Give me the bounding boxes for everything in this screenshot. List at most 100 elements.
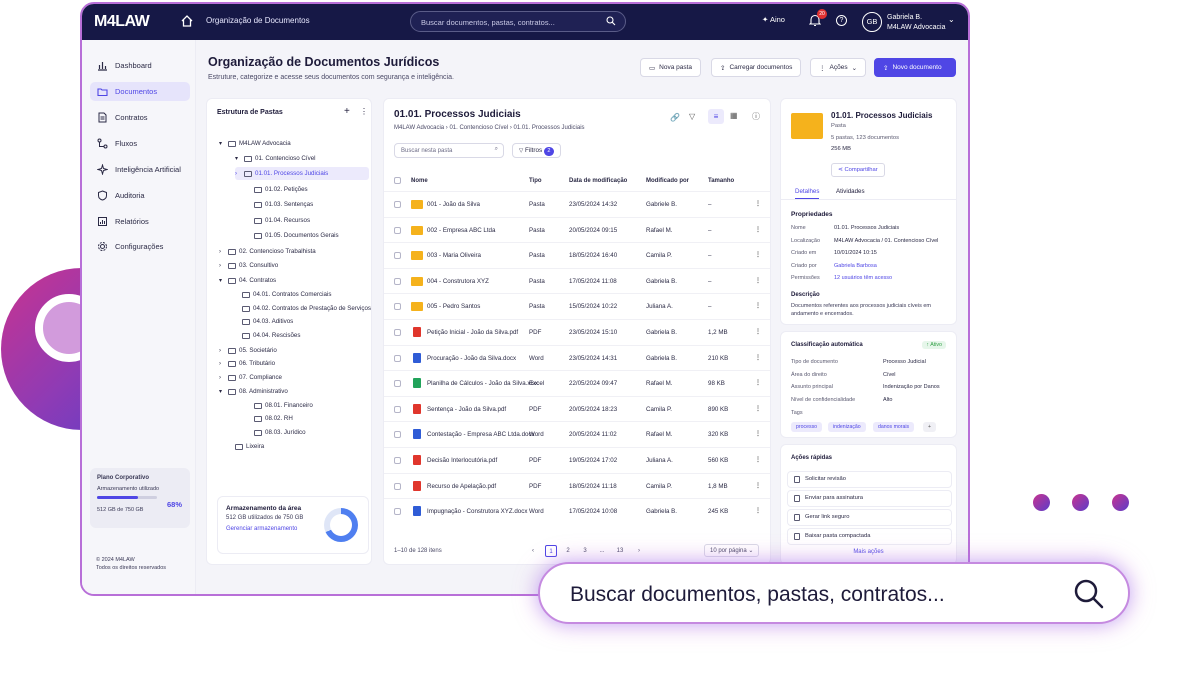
tag[interactable]: danos morais (873, 422, 915, 432)
upload-button[interactable]: ⇪ Carregar documentos (711, 58, 802, 77)
hero-search-bar[interactable]: Buscar documentos, pastas, contratos... (538, 562, 1130, 624)
new-folder-button[interactable]: ▭ Nova pasta (640, 58, 702, 77)
page-2[interactable]: 2 (562, 545, 574, 557)
avatar[interactable]: GB (862, 12, 882, 32)
page-3[interactable]: 3 (579, 545, 591, 557)
tree-node[interactable]: ▾ 08. Administrativo (219, 385, 288, 398)
col-size[interactable]: Tamanho (708, 178, 734, 184)
tree-node[interactable]: 08.01. Financeiro (245, 399, 313, 412)
tree-node[interactable]: 01.05. Documentos Gerais (245, 229, 339, 242)
page-1[interactable]: 1 (545, 545, 557, 557)
property-value[interactable]: 12 usuários têm acesso (834, 275, 892, 281)
table-row[interactable]: Decisão Interlocutória.pdf PDF 19/05/2024 … (384, 447, 770, 473)
folder-breadcrumb[interactable]: M4LAW Advocacia › 01. Contencioso Cível … (394, 125, 585, 131)
tree-node[interactable]: › 03. Consultivo (219, 259, 278, 272)
sidebar-item-configuracoes[interactable]: Configurações (90, 237, 190, 256)
row-checkbox[interactable] (394, 329, 401, 336)
tree-node[interactable]: › 06. Tributário (219, 357, 275, 370)
tree-node[interactable]: › 07. Compliance (219, 371, 282, 384)
row-menu-icon[interactable]: ⋮ (755, 379, 761, 386)
add-tag-icon[interactable]: + (923, 422, 937, 432)
tree-node[interactable]: 08.02. RH (245, 412, 293, 425)
row-checkbox[interactable] (394, 354, 401, 362)
row-checkbox[interactable] (394, 303, 401, 311)
user-menu[interactable]: Gabriela B. M4LAW Advocacia (887, 13, 946, 33)
tree-node[interactable]: Lixeira (226, 440, 264, 453)
row-checkbox[interactable] (394, 482, 401, 490)
sidebar-item-fluxos[interactable]: Fluxos (90, 134, 190, 153)
tree-node[interactable]: ▾ M4LAW Advocacia (219, 137, 291, 150)
app-logo[interactable]: M4LAW (94, 13, 150, 31)
sidebar-item-auditoria[interactable]: Auditoria (90, 186, 190, 205)
tree-node[interactable]: 08.03. Jurídico (245, 426, 306, 439)
filters-button[interactable]: ▽ Filtros 2 (512, 143, 561, 158)
row-checkbox[interactable] (394, 277, 401, 285)
row-menu-icon[interactable]: ⋮ (755, 507, 761, 514)
tree-node[interactable]: 04.03. Aditivos (233, 315, 293, 328)
table-row[interactable]: Sentença - João da Silva.pdf PDF 20/05/202… (384, 395, 770, 422)
new-document-button[interactable]: ⇪ Novo documento (874, 58, 956, 77)
select-all-checkbox[interactable] (394, 177, 401, 184)
folder-search-input[interactable]: Buscar nesta pasta ⌕ (394, 143, 504, 158)
sidebar-item-documentos[interactable]: Documentos (90, 82, 190, 101)
tree-node[interactable]: 01.03. Sentenças (245, 198, 313, 211)
tree-node[interactable]: ▾ 01. Contencioso Cível (235, 152, 316, 165)
row-checkbox[interactable] (394, 380, 401, 388)
home-icon[interactable] (180, 14, 194, 28)
row-menu-icon[interactable]: ⋮ (755, 328, 761, 335)
col-name[interactable]: Nome ↑ (411, 178, 428, 184)
row-checkbox[interactable] (394, 405, 401, 413)
table-row[interactable]: 003 - Maria Oliveira Pasta 18/05/2024 16:4… (384, 242, 770, 268)
link-icon[interactable]: 🔗 (670, 113, 680, 122)
row-menu-icon[interactable]: ⋮ (755, 405, 761, 412)
tree-node[interactable]: 04.01. Contratos Comerciais (233, 288, 331, 301)
row-menu-icon[interactable]: ⋮ (755, 482, 761, 489)
tree-node[interactable]: 01.02. Petições (245, 183, 308, 196)
kebab-icon[interactable]: ⋮ (360, 107, 368, 116)
table-row[interactable]: 002 - Empresa ABC Ltda Pasta 20/05/2024 09… (384, 216, 770, 243)
send-signature-button[interactable]: Enviar para assinatura (787, 490, 952, 507)
row-menu-icon[interactable]: ⋮ (755, 200, 761, 207)
row-checkbox[interactable] (394, 252, 401, 260)
table-row[interactable]: Procuração - João da Silva.docx Word 23/05… (384, 344, 770, 371)
chevron-down-icon[interactable]: ⌄ (948, 15, 955, 24)
filter-icon[interactable]: ▽ (689, 112, 695, 121)
top-breadcrumb[interactable]: Organização de Documentos (206, 16, 310, 25)
global-search-input[interactable]: Buscar documentos, pastas, contratos... (410, 11, 626, 32)
sidebar-item-dashboard[interactable]: Dashboard (90, 56, 190, 75)
row-checkbox[interactable] (394, 508, 401, 516)
share-button[interactable]: ⋖ Compartilhar (831, 163, 885, 177)
tree-node[interactable]: ▾ 04. Contratos (219, 274, 276, 287)
row-menu-icon[interactable]: ⋮ (755, 277, 761, 284)
sidebar-item-ia[interactable]: Inteligência Artificial (90, 160, 190, 179)
table-row[interactable]: 004 - Construtora XYZ Pasta 17/05/2024 11:… (384, 267, 770, 294)
next-page-icon[interactable]: › (633, 545, 645, 557)
info-icon[interactable]: ⓘ (752, 111, 760, 122)
download-zip-button[interactable]: Baixar pasta compactada (787, 528, 952, 545)
table-row[interactable]: 005 - Pedro Santos Pasta 15/05/2024 10:22 J… (384, 293, 770, 319)
help-icon[interactable]: ? (836, 15, 847, 26)
table-row[interactable]: Contestação - Empresa ABC Ltda.docx Word 2… (384, 421, 770, 447)
table-row[interactable]: Recurso de Apelação.pdf PDF 18/05/2024 11:… (384, 472, 770, 499)
request-review-button[interactable]: Solicitar revisão (787, 471, 952, 488)
row-menu-icon[interactable]: ⋮ (755, 354, 761, 361)
table-row[interactable]: 001 - João da Silva Pasta 23/05/2024 14:32… (384, 191, 770, 217)
tab-atividades[interactable]: Atividades (836, 188, 865, 195)
aino-button[interactable]: ✦ Aino (762, 15, 785, 24)
row-checkbox[interactable] (394, 431, 401, 439)
col-modified-by[interactable]: Modificado por (646, 178, 689, 184)
list-view-icon[interactable]: ≡ (708, 109, 724, 124)
table-row[interactable]: Petição Inicial - João da Silva.pdf PDF 23… (384, 319, 770, 345)
tree-node[interactable]: › 05. Societário (219, 344, 277, 357)
per-page-select[interactable]: 10 por página ⌄ (704, 544, 760, 557)
secure-link-button[interactable]: Gerar link seguro (787, 509, 952, 526)
prev-page-icon[interactable]: ‹ (527, 545, 539, 557)
col-type[interactable]: Tipo (529, 178, 542, 184)
tag[interactable]: indenização (828, 422, 866, 432)
row-checkbox[interactable] (394, 201, 401, 208)
table-row[interactable]: Impugnação - Construtora XYZ.docx Word 17/… (384, 498, 770, 524)
sidebar-item-relatorios[interactable]: Relatórios (90, 212, 190, 231)
tree-node[interactable]: › 02. Contencioso Trabalhista (219, 245, 316, 258)
sidebar-item-contratos[interactable]: Contratos (90, 108, 190, 127)
table-row[interactable]: Planilha de Cálculos - João da Silva.xls… (384, 370, 770, 396)
